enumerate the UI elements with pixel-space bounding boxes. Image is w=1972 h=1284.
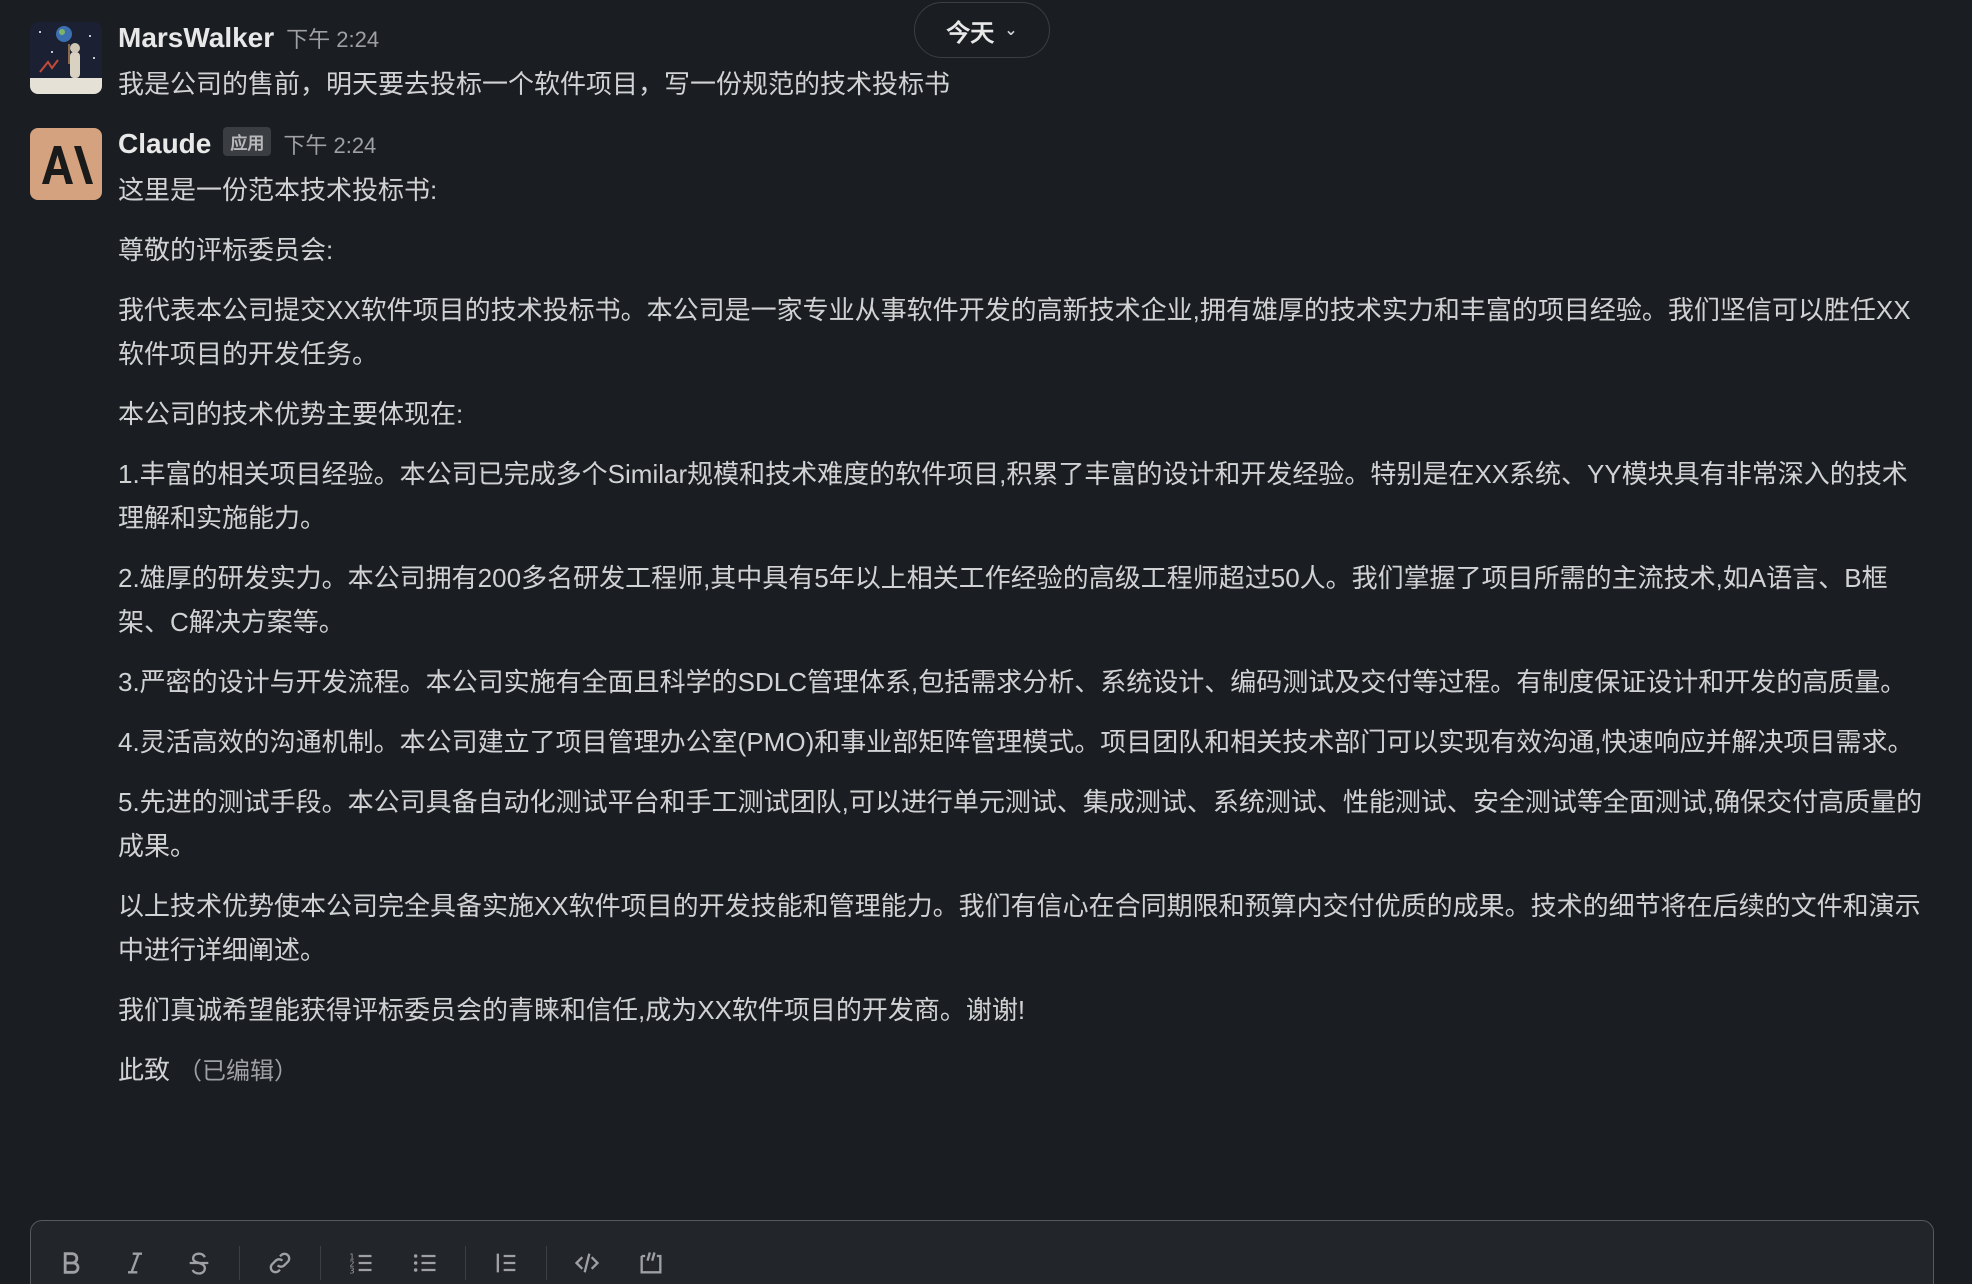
message-composer[interactable]: 123 bbox=[30, 1220, 1934, 1284]
paragraph: 我们真诚希望能获得评标委员会的青睐和信任,成为XX软件项目的开发商。谢谢! bbox=[118, 995, 1026, 1025]
code-icon bbox=[574, 1253, 600, 1273]
svg-text:3: 3 bbox=[349, 1266, 354, 1276]
paragraph: 4.灵活高效的沟通机制。本公司建立了项目管理办公室(PMO)和事业部矩阵管理模式… bbox=[118, 727, 1914, 757]
strikethrough-icon bbox=[189, 1252, 209, 1275]
edited-label: （已编辑） bbox=[178, 1058, 299, 1085]
paragraph: 3.严密的设计与开发流程。本公司实施有全面且科学的SDLC管理体系,包括需求分析… bbox=[118, 667, 1907, 697]
avatar-marswalker[interactable] bbox=[30, 22, 102, 94]
ordered-list-button[interactable]: 123 bbox=[337, 1243, 385, 1283]
bulleted-list-icon bbox=[413, 1254, 436, 1272]
bold-icon bbox=[63, 1252, 80, 1274]
blockquote-icon bbox=[496, 1253, 516, 1273]
avatar-claude[interactable] bbox=[30, 128, 102, 200]
ordered-list-icon: 123 bbox=[349, 1252, 372, 1276]
toolbar-separator bbox=[546, 1246, 547, 1280]
italic-button[interactable] bbox=[111, 1243, 159, 1283]
paragraph: 2.雄厚的研发实力。本公司拥有200多名研发工程师,其中具有5年以上相关工作经验… bbox=[118, 563, 1888, 637]
paragraph: 我代表本公司提交XX软件项目的技术投标书。本公司是一家专业从事软件开发的高新技术… bbox=[118, 295, 1911, 369]
strikethrough-button[interactable] bbox=[175, 1243, 223, 1283]
app-badge: 应用 bbox=[223, 127, 272, 156]
link-button[interactable] bbox=[256, 1243, 304, 1283]
sender-name[interactable]: MarsWalker bbox=[118, 22, 274, 54]
italic-icon bbox=[128, 1252, 142, 1274]
message-body: 这里是一份范本技术投标书: 尊敬的评标委员会: 我代表本公司提交XX软件项目的技… bbox=[118, 168, 1942, 1094]
paragraph: 这里是一份范本技术投标书: bbox=[118, 175, 438, 205]
paragraph: 尊敬的评标委员会: bbox=[118, 235, 334, 265]
closing-line: 此致 （已编辑） bbox=[118, 1048, 1942, 1094]
sender-name[interactable]: Claude bbox=[118, 128, 211, 160]
paragraph: 以上技术优势使本公司完全具备实施XX软件项目的开发技能和管理能力。我们有信心在合… bbox=[118, 891, 1921, 965]
paragraph: 5.先进的测试手段。本公司具备自动化测试平台和手工测试团队,可以进行单元测试、集… bbox=[118, 787, 1923, 861]
slack-window: 今天 ⌄ MarsWalker 下午 2:24 我是公司的售前，明天要去投标一个… bbox=[0, 0, 1972, 1284]
bold-button[interactable] bbox=[47, 1243, 95, 1283]
message-timestamp[interactable]: 下午 2:24 bbox=[286, 22, 379, 54]
blockquote-button[interactable] bbox=[482, 1243, 530, 1283]
message-timestamp[interactable]: 下午 2:24 bbox=[283, 128, 376, 160]
paragraph: 1.丰富的相关项目经验。本公司已完成多个Similar规模和技术难度的软件项目,… bbox=[118, 459, 1908, 533]
toolbar-separator bbox=[320, 1246, 321, 1280]
message-text: 我是公司的售前，明天要去投标一个软件项目，写一份规范的技术投标书 bbox=[118, 69, 951, 99]
formatting-toolbar: 123 bbox=[47, 1243, 691, 1283]
code-block-icon bbox=[640, 1252, 662, 1274]
link-icon bbox=[269, 1252, 291, 1274]
bulleted-list-button[interactable] bbox=[401, 1243, 449, 1283]
toolbar-separator bbox=[239, 1246, 240, 1280]
paragraph: 本公司的技术优势主要体现在: bbox=[118, 399, 464, 429]
code-button[interactable] bbox=[563, 1243, 611, 1283]
code-block-button[interactable] bbox=[627, 1243, 675, 1283]
toolbar-separator bbox=[465, 1246, 466, 1280]
closing-text: 此致 bbox=[118, 1055, 171, 1085]
